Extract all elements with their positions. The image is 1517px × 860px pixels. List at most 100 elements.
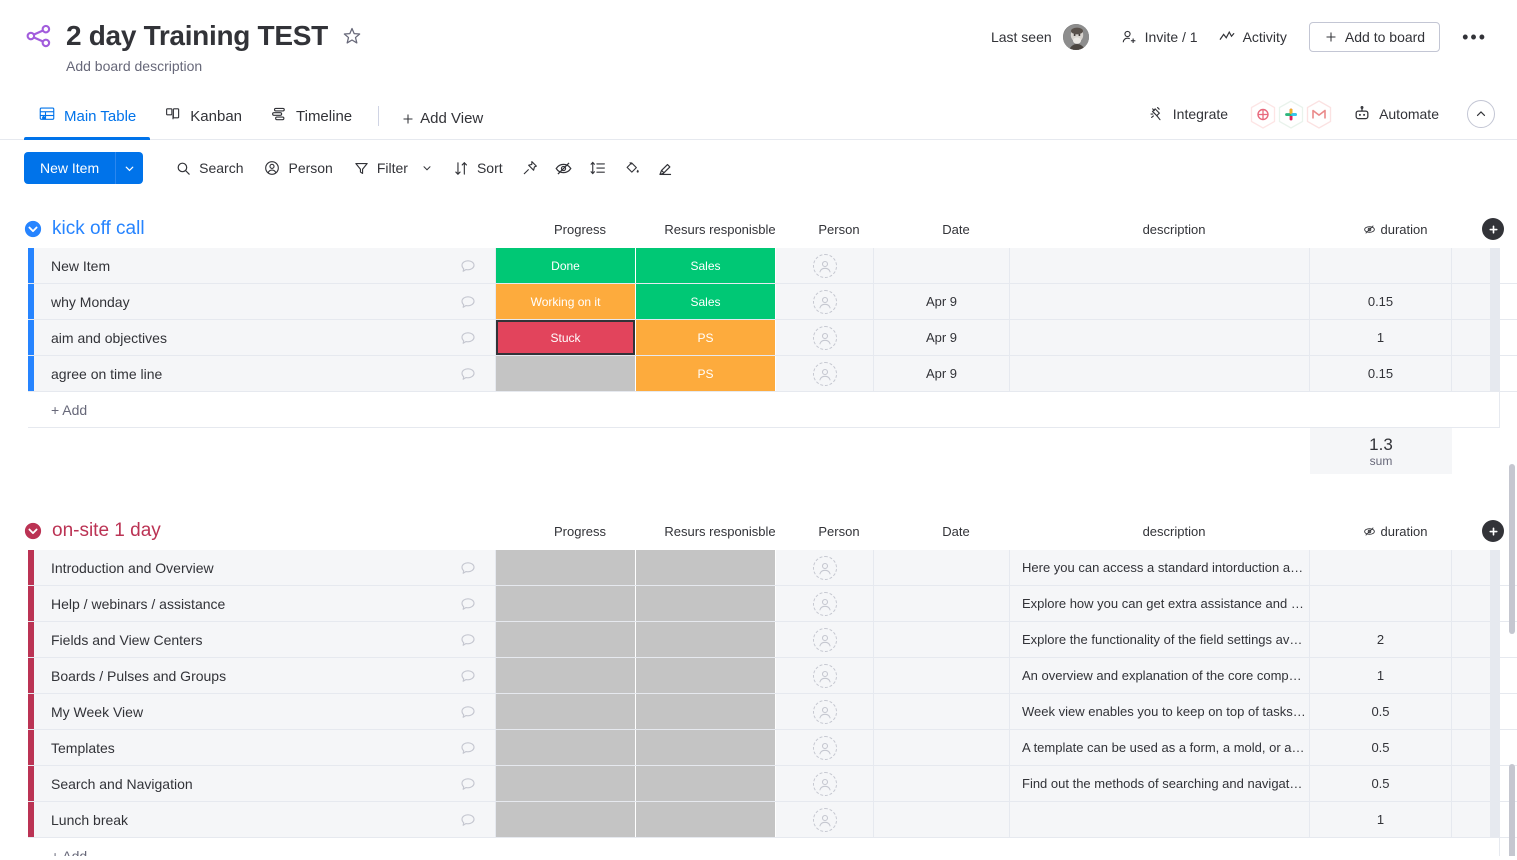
table-row[interactable]: Introduction and Overview Here you can a… [28, 550, 1517, 586]
cell-description[interactable]: Find out the methods of searching and na… [1010, 766, 1310, 801]
chat-icon[interactable] [459, 559, 477, 577]
column-header-progress[interactable]: Progress [510, 512, 650, 550]
chat-icon[interactable] [459, 257, 477, 275]
share-icon[interactable] [24, 21, 54, 51]
chat-icon[interactable] [459, 631, 477, 649]
row-height-icon[interactable] [581, 152, 615, 184]
chat-icon[interactable] [459, 667, 477, 685]
plus-icon[interactable] [1482, 520, 1504, 542]
cell-duration[interactable] [1310, 550, 1452, 585]
sort-button[interactable]: Sort [443, 152, 513, 184]
cell-person[interactable] [776, 550, 874, 585]
new-item-button[interactable]: New Item [24, 152, 116, 184]
add-row-label[interactable]: + Add [34, 392, 1500, 427]
integrate-button[interactable]: Integrate [1138, 99, 1238, 129]
cell-person[interactable] [776, 802, 874, 837]
column-header-resurs[interactable]: Resurs responisble [650, 210, 790, 248]
monday-hex-icon[interactable] [1250, 99, 1276, 129]
cell-date[interactable] [874, 550, 1010, 585]
cell-date[interactable]: Apr 9 [874, 284, 1010, 319]
column-header-resurs[interactable]: Resurs responisble [650, 512, 790, 550]
person-placeholder-icon[interactable] [812, 325, 837, 350]
cell-item-name[interactable]: My Week View [34, 694, 496, 729]
collapse-arrow-icon[interactable] [24, 522, 42, 540]
plus-icon[interactable] [1482, 218, 1504, 240]
column-header-date[interactable]: Date [888, 512, 1024, 550]
cell-progress[interactable] [496, 658, 636, 693]
cell-progress[interactable] [496, 730, 636, 765]
cell-resurs-responsible[interactable] [636, 802, 776, 837]
avatar[interactable] [1061, 23, 1090, 51]
cell-date[interactable] [874, 658, 1010, 693]
cell-progress[interactable] [496, 550, 636, 585]
star-icon[interactable] [342, 26, 362, 46]
column-header-description[interactable]: description [1024, 210, 1324, 248]
table-row[interactable]: why Monday Working on it Sales Apr 9 0.1… [28, 284, 1517, 320]
table-row[interactable]: Templates A template can be used as a fo… [28, 730, 1517, 766]
cell-description[interactable]: Explore how you can get extra assistance… [1010, 586, 1310, 621]
cell-duration[interactable]: 0.15 [1310, 284, 1452, 319]
chevron-up-icon[interactable] [1467, 100, 1495, 128]
slack-hex-icon[interactable] [1278, 99, 1304, 129]
cell-resurs-responsible[interactable] [636, 694, 776, 729]
cell-duration[interactable]: 1 [1310, 320, 1452, 355]
table-row[interactable]: aim and objectives Stuck PS Apr 9 1 [28, 320, 1517, 356]
person-placeholder-icon[interactable] [812, 289, 837, 314]
cell-resurs-responsible[interactable]: PS [636, 320, 776, 355]
paint-bucket-icon[interactable] [615, 152, 649, 184]
cell-duration[interactable]: 0.5 [1310, 694, 1452, 729]
cell-description[interactable]: Here you can access a standard intorduct… [1010, 550, 1310, 585]
cell-progress[interactable] [496, 766, 636, 801]
cell-duration[interactable]: 0.5 [1310, 766, 1452, 801]
more-options-button[interactable]: ••• [1454, 26, 1495, 48]
group-title[interactable]: on-site 1 day [52, 520, 161, 542]
cell-resurs-responsible[interactable] [636, 622, 776, 657]
duration-sum[interactable]: 1.3 sum [1310, 428, 1452, 474]
person-placeholder-icon[interactable] [812, 253, 837, 278]
person-placeholder-icon[interactable] [812, 699, 837, 724]
cell-item-name[interactable]: Introduction and Overview [34, 550, 496, 585]
table-row[interactable]: Help / webinars / assistance Explore how… [28, 586, 1517, 622]
chat-icon[interactable] [459, 811, 477, 829]
automate-button[interactable]: Automate [1342, 98, 1449, 130]
cell-person[interactable] [776, 658, 874, 693]
column-header-person[interactable]: Person [790, 512, 888, 550]
cell-progress[interactable] [496, 802, 636, 837]
page-title[interactable]: 2 day Training TEST [66, 19, 328, 53]
cell-date[interactable] [874, 802, 1010, 837]
person-placeholder-icon[interactable] [812, 663, 837, 688]
table-row[interactable]: Boards / Pulses and Groups An overview a… [28, 658, 1517, 694]
cell-description[interactable] [1010, 802, 1310, 837]
tab-timeline[interactable]: Timeline [256, 105, 366, 139]
group-title[interactable]: kick off call [52, 218, 145, 240]
table-row[interactable]: New Item Done Sales [28, 248, 1517, 284]
cell-date[interactable] [874, 766, 1010, 801]
cell-description[interactable] [1010, 356, 1310, 391]
cell-description[interactable]: Explore the functionality of the field s… [1010, 622, 1310, 657]
cell-resurs-responsible[interactable] [636, 586, 776, 621]
cell-resurs-responsible[interactable]: PS [636, 356, 776, 391]
cell-item-name[interactable]: Lunch break [34, 802, 496, 837]
cell-item-name[interactable]: aim and objectives [34, 320, 496, 355]
chat-icon[interactable] [459, 595, 477, 613]
add-view-button[interactable]: Add View [391, 110, 493, 139]
person-placeholder-icon[interactable] [812, 807, 837, 832]
cell-item-name[interactable]: Boards / Pulses and Groups [34, 658, 496, 693]
table-row[interactable]: Fields and View Centers Explore the func… [28, 622, 1517, 658]
cell-item-name[interactable]: New Item [34, 248, 496, 283]
column-header-date[interactable]: Date [888, 210, 1024, 248]
cell-resurs-responsible[interactable] [636, 550, 776, 585]
tab-kanban[interactable]: Kanban [150, 105, 256, 139]
new-item-dropdown-button[interactable] [115, 152, 144, 184]
table-row[interactable]: Search and Navigation Find out the metho… [28, 766, 1517, 802]
search-button[interactable]: Search [165, 152, 253, 184]
cell-item-name[interactable]: why Monday [34, 284, 496, 319]
add-row-label[interactable]: + Add [34, 838, 1500, 856]
chat-icon[interactable] [459, 329, 477, 347]
cell-resurs-responsible[interactable]: Sales [636, 248, 776, 283]
cell-duration[interactable] [1310, 248, 1452, 283]
add-row-button[interactable]: + Add [28, 392, 1500, 428]
cell-date[interactable] [874, 694, 1010, 729]
add-to-board-button[interactable]: Add to board [1308, 22, 1441, 52]
vertical-scrollbar[interactable] [1507, 464, 1517, 634]
